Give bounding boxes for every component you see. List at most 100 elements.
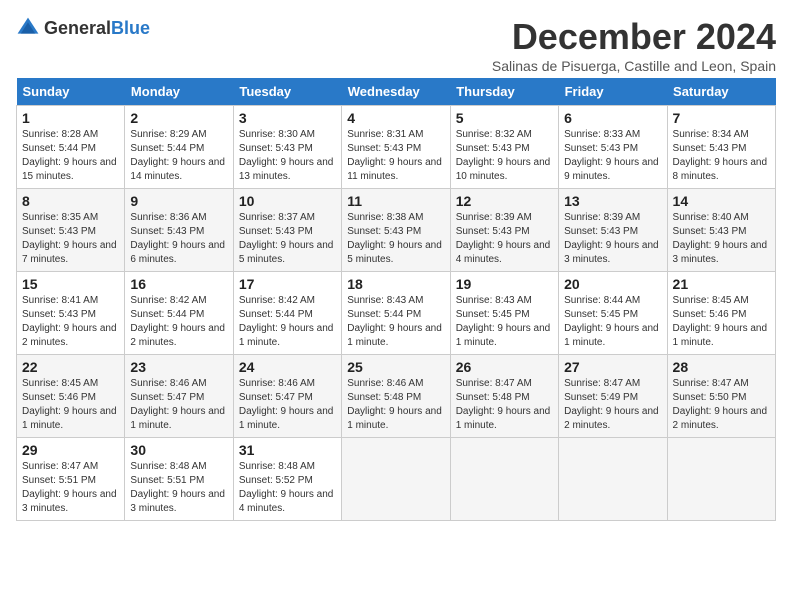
calendar-cell: 22 Sunrise: 8:45 AMSunset: 5:46 PMDaylig… xyxy=(17,355,125,438)
day-number: 1 xyxy=(22,110,119,126)
day-info: Sunrise: 8:45 AMSunset: 5:46 PMDaylight:… xyxy=(22,378,117,431)
calendar-week-row: 22 Sunrise: 8:45 AMSunset: 5:46 PMDaylig… xyxy=(17,355,776,438)
month-title: December 2024 xyxy=(492,16,776,58)
calendar-cell: 1 Sunrise: 8:28 AMSunset: 5:44 PMDayligh… xyxy=(17,106,125,189)
logo-icon xyxy=(16,16,40,40)
calendar-cell: 21 Sunrise: 8:45 AMSunset: 5:46 PMDaylig… xyxy=(667,272,775,355)
day-number: 10 xyxy=(239,193,336,209)
calendar-cell: 14 Sunrise: 8:40 AMSunset: 5:43 PMDaylig… xyxy=(667,189,775,272)
day-info: Sunrise: 8:43 AMSunset: 5:44 PMDaylight:… xyxy=(347,295,442,348)
day-number: 15 xyxy=(22,276,119,292)
title-block: December 2024 Salinas de Pisuerga, Casti… xyxy=(492,16,776,74)
calendar-cell: 6 Sunrise: 8:33 AMSunset: 5:43 PMDayligh… xyxy=(559,106,667,189)
calendar-cell: 5 Sunrise: 8:32 AMSunset: 5:43 PMDayligh… xyxy=(450,106,558,189)
calendar-cell: 8 Sunrise: 8:35 AMSunset: 5:43 PMDayligh… xyxy=(17,189,125,272)
day-number: 20 xyxy=(564,276,661,292)
day-info: Sunrise: 8:47 AMSunset: 5:50 PMDaylight:… xyxy=(673,378,768,431)
day-info: Sunrise: 8:40 AMSunset: 5:43 PMDaylight:… xyxy=(673,212,768,265)
day-info: Sunrise: 8:39 AMSunset: 5:43 PMDaylight:… xyxy=(564,212,659,265)
calendar-cell: 12 Sunrise: 8:39 AMSunset: 5:43 PMDaylig… xyxy=(450,189,558,272)
calendar-cell: 2 Sunrise: 8:29 AMSunset: 5:44 PMDayligh… xyxy=(125,106,233,189)
calendar-cell: 7 Sunrise: 8:34 AMSunset: 5:43 PMDayligh… xyxy=(667,106,775,189)
logo: GeneralBlue xyxy=(16,16,150,40)
day-number: 18 xyxy=(347,276,444,292)
calendar-cell: 16 Sunrise: 8:42 AMSunset: 5:44 PMDaylig… xyxy=(125,272,233,355)
day-number: 2 xyxy=(130,110,227,126)
day-number: 16 xyxy=(130,276,227,292)
day-info: Sunrise: 8:44 AMSunset: 5:45 PMDaylight:… xyxy=(564,295,659,348)
day-info: Sunrise: 8:42 AMSunset: 5:44 PMDaylight:… xyxy=(239,295,334,348)
day-number: 29 xyxy=(22,442,119,458)
calendar-cell: 10 Sunrise: 8:37 AMSunset: 5:43 PMDaylig… xyxy=(233,189,341,272)
calendar-cell: 23 Sunrise: 8:46 AMSunset: 5:47 PMDaylig… xyxy=(125,355,233,438)
day-info: Sunrise: 8:41 AMSunset: 5:43 PMDaylight:… xyxy=(22,295,117,348)
day-info: Sunrise: 8:48 AMSunset: 5:51 PMDaylight:… xyxy=(130,461,225,514)
day-info: Sunrise: 8:47 AMSunset: 5:48 PMDaylight:… xyxy=(456,378,551,431)
header-tuesday: Tuesday xyxy=(233,78,341,106)
calendar-cell xyxy=(450,438,558,521)
day-number: 31 xyxy=(239,442,336,458)
calendar-cell: 20 Sunrise: 8:44 AMSunset: 5:45 PMDaylig… xyxy=(559,272,667,355)
calendar-cell: 4 Sunrise: 8:31 AMSunset: 5:43 PMDayligh… xyxy=(342,106,450,189)
calendar-cell xyxy=(559,438,667,521)
day-header-row: Sunday Monday Tuesday Wednesday Thursday… xyxy=(17,78,776,106)
day-number: 28 xyxy=(673,359,770,375)
day-number: 19 xyxy=(456,276,553,292)
calendar-cell xyxy=(342,438,450,521)
calendar-cell xyxy=(667,438,775,521)
day-number: 27 xyxy=(564,359,661,375)
day-info: Sunrise: 8:30 AMSunset: 5:43 PMDaylight:… xyxy=(239,129,334,182)
day-info: Sunrise: 8:34 AMSunset: 5:43 PMDaylight:… xyxy=(673,129,768,182)
logo-blue: Blue xyxy=(111,18,150,38)
day-info: Sunrise: 8:47 AMSunset: 5:49 PMDaylight:… xyxy=(564,378,659,431)
calendar-cell: 31 Sunrise: 8:48 AMSunset: 5:52 PMDaylig… xyxy=(233,438,341,521)
calendar-cell: 30 Sunrise: 8:48 AMSunset: 5:51 PMDaylig… xyxy=(125,438,233,521)
calendar-cell: 19 Sunrise: 8:43 AMSunset: 5:45 PMDaylig… xyxy=(450,272,558,355)
calendar-cell: 15 Sunrise: 8:41 AMSunset: 5:43 PMDaylig… xyxy=(17,272,125,355)
day-number: 21 xyxy=(673,276,770,292)
calendar-cell: 29 Sunrise: 8:47 AMSunset: 5:51 PMDaylig… xyxy=(17,438,125,521)
calendar-cell: 27 Sunrise: 8:47 AMSunset: 5:49 PMDaylig… xyxy=(559,355,667,438)
calendar-week-row: 15 Sunrise: 8:41 AMSunset: 5:43 PMDaylig… xyxy=(17,272,776,355)
calendar-week-row: 8 Sunrise: 8:35 AMSunset: 5:43 PMDayligh… xyxy=(17,189,776,272)
day-info: Sunrise: 8:29 AMSunset: 5:44 PMDaylight:… xyxy=(130,129,225,182)
calendar-table: Sunday Monday Tuesday Wednesday Thursday… xyxy=(16,78,776,521)
page-header: GeneralBlue December 2024 Salinas de Pis… xyxy=(16,16,776,74)
day-info: Sunrise: 8:28 AMSunset: 5:44 PMDaylight:… xyxy=(22,129,117,182)
header-monday: Monday xyxy=(125,78,233,106)
day-number: 3 xyxy=(239,110,336,126)
header-friday: Friday xyxy=(559,78,667,106)
calendar-cell: 26 Sunrise: 8:47 AMSunset: 5:48 PMDaylig… xyxy=(450,355,558,438)
day-info: Sunrise: 8:31 AMSunset: 5:43 PMDaylight:… xyxy=(347,129,442,182)
day-number: 26 xyxy=(456,359,553,375)
day-number: 8 xyxy=(22,193,119,209)
calendar-cell: 9 Sunrise: 8:36 AMSunset: 5:43 PMDayligh… xyxy=(125,189,233,272)
calendar-week-row: 1 Sunrise: 8:28 AMSunset: 5:44 PMDayligh… xyxy=(17,106,776,189)
day-number: 30 xyxy=(130,442,227,458)
day-info: Sunrise: 8:45 AMSunset: 5:46 PMDaylight:… xyxy=(673,295,768,348)
header-thursday: Thursday xyxy=(450,78,558,106)
day-info: Sunrise: 8:47 AMSunset: 5:51 PMDaylight:… xyxy=(22,461,117,514)
day-info: Sunrise: 8:32 AMSunset: 5:43 PMDaylight:… xyxy=(456,129,551,182)
header-wednesday: Wednesday xyxy=(342,78,450,106)
day-number: 4 xyxy=(347,110,444,126)
header-sunday: Sunday xyxy=(17,78,125,106)
day-number: 23 xyxy=(130,359,227,375)
day-info: Sunrise: 8:46 AMSunset: 5:47 PMDaylight:… xyxy=(239,378,334,431)
day-info: Sunrise: 8:46 AMSunset: 5:48 PMDaylight:… xyxy=(347,378,442,431)
day-info: Sunrise: 8:43 AMSunset: 5:45 PMDaylight:… xyxy=(456,295,551,348)
day-number: 13 xyxy=(564,193,661,209)
day-number: 9 xyxy=(130,193,227,209)
day-info: Sunrise: 8:39 AMSunset: 5:43 PMDaylight:… xyxy=(456,212,551,265)
calendar-cell: 13 Sunrise: 8:39 AMSunset: 5:43 PMDaylig… xyxy=(559,189,667,272)
day-info: Sunrise: 8:42 AMSunset: 5:44 PMDaylight:… xyxy=(130,295,225,348)
header-saturday: Saturday xyxy=(667,78,775,106)
calendar-week-row: 29 Sunrise: 8:47 AMSunset: 5:51 PMDaylig… xyxy=(17,438,776,521)
day-info: Sunrise: 8:38 AMSunset: 5:43 PMDaylight:… xyxy=(347,212,442,265)
calendar-cell: 18 Sunrise: 8:43 AMSunset: 5:44 PMDaylig… xyxy=(342,272,450,355)
day-number: 12 xyxy=(456,193,553,209)
day-number: 5 xyxy=(456,110,553,126)
day-number: 22 xyxy=(22,359,119,375)
day-info: Sunrise: 8:36 AMSunset: 5:43 PMDaylight:… xyxy=(130,212,225,265)
day-number: 14 xyxy=(673,193,770,209)
